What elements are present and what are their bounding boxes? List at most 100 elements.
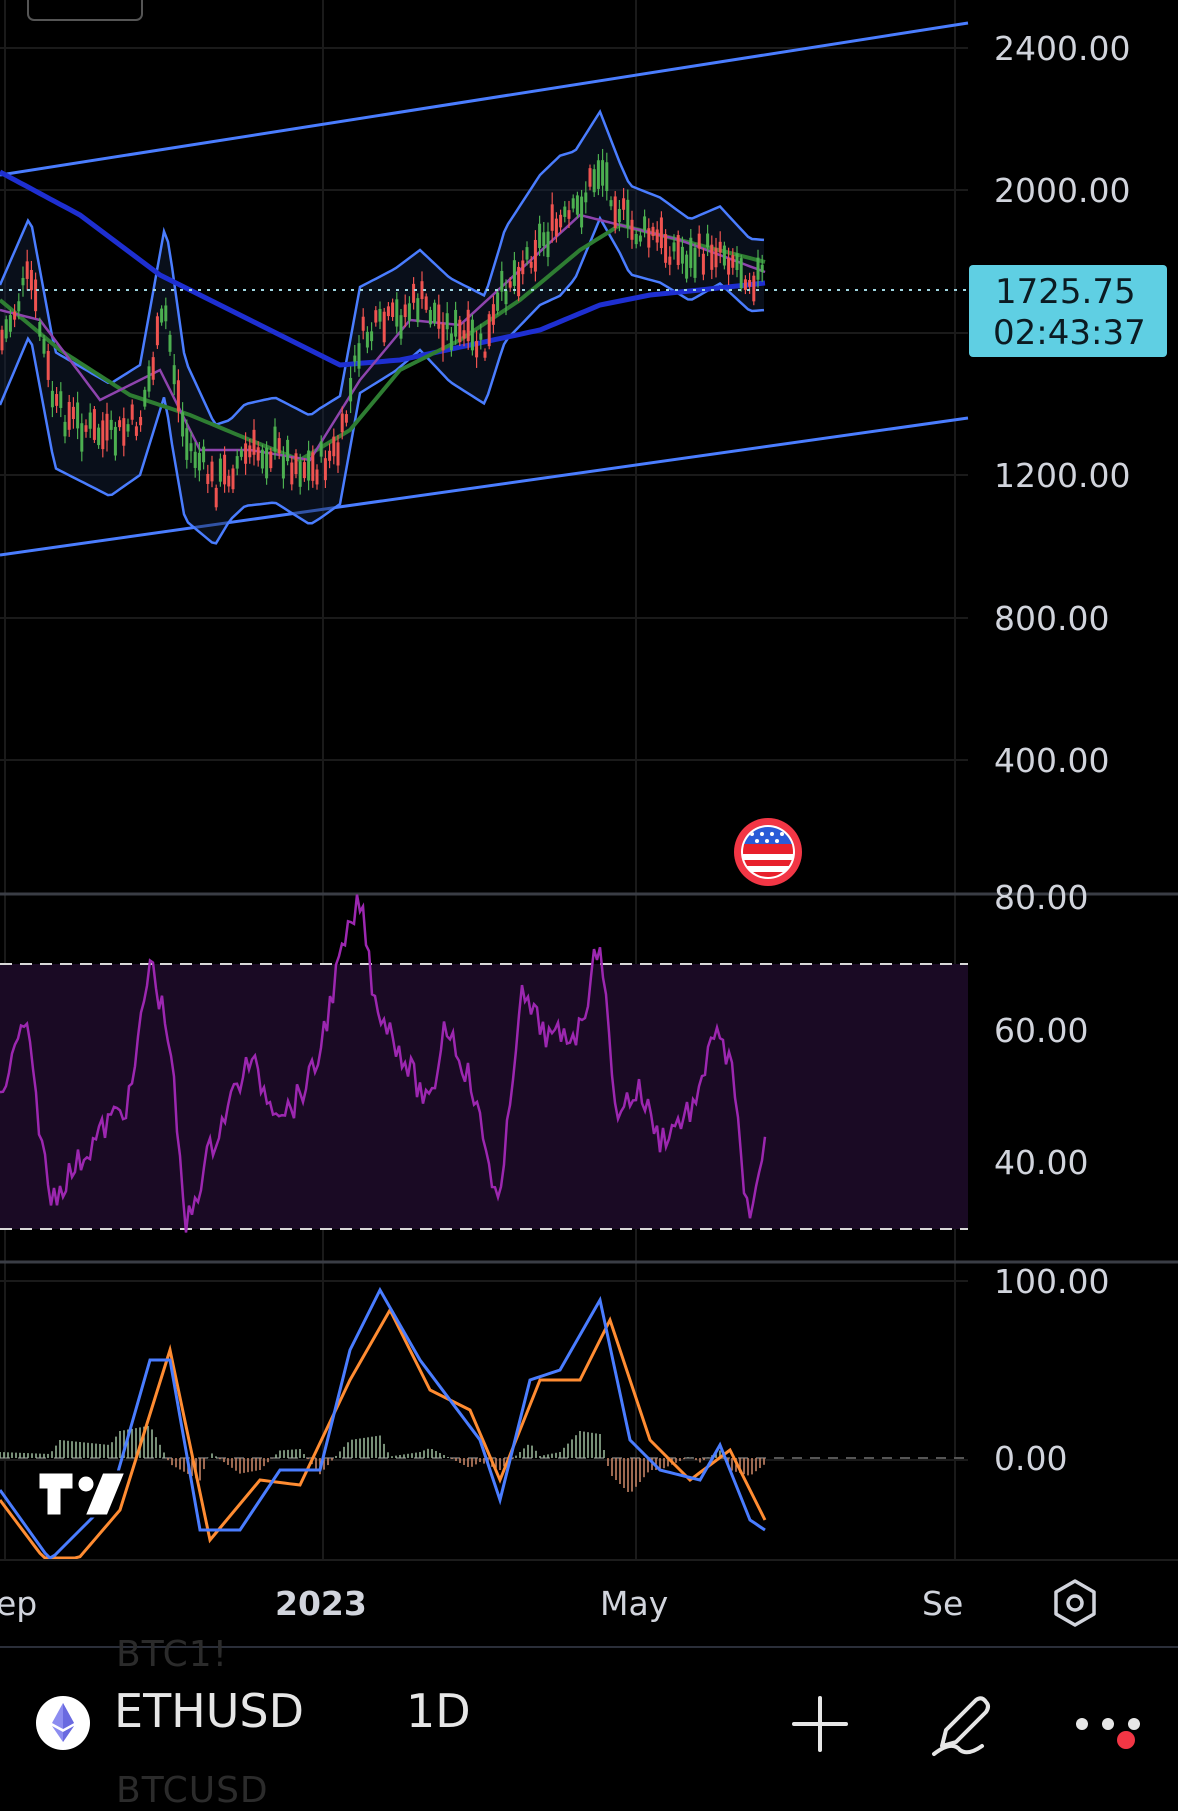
price-label-1200: 1200.00 [994,456,1130,495]
candle-body [307,450,311,481]
candle-body [113,426,117,456]
candle-body [365,331,369,348]
candle-body [706,233,710,248]
candle-body [433,302,437,324]
candle-body [290,462,294,485]
candle-body [294,453,298,475]
candle-body [676,235,680,265]
candle-body [134,426,138,436]
candle-body [319,441,323,457]
candle-body [672,242,676,252]
more-dots-icon[interactable] [1068,1684,1148,1764]
candle-body [357,343,361,369]
candle-body [592,169,596,193]
candle-body [521,260,525,275]
candle-body [626,199,630,228]
tradingview-logo-icon[interactable] [36,1470,129,1518]
candle-body [336,442,340,466]
candle-body [202,446,206,463]
bottom-toolbar: BTC1! BTCUSD ETHUSD 1D [0,1634,1178,1811]
candle-body [315,469,319,485]
candle-body [139,416,143,426]
candle-body [445,313,449,330]
candle-body [651,226,655,237]
candle-body [269,451,273,469]
candle-body [185,428,189,460]
candle-body [391,302,395,318]
rsi-label-80: 80.00 [994,878,1088,917]
price-axis[interactable]: 2400.00 2000.00 1200.00 800.00 400.00 [994,29,1130,780]
legend-box[interactable] [27,0,143,21]
candle-body [638,235,642,242]
candle-body [231,468,235,490]
candle-body [239,450,243,457]
candle-body [680,246,684,264]
candle-body [718,241,722,253]
candle-body [160,308,164,323]
price-label-400: 400.00 [994,741,1109,780]
macd-axis[interactable]: 100.00 0.00 [994,1262,1109,1478]
candle-body [416,298,420,323]
candle-body [668,256,672,265]
candle-body [617,208,621,223]
candle-body [349,377,353,402]
candle-body [130,404,134,420]
candle-body [42,338,46,354]
ethereum-icon[interactable] [36,1696,90,1750]
candle-body [462,330,466,339]
interval-selector[interactable]: 1D [406,1684,471,1738]
candle-body [8,315,12,332]
candle-body [412,283,416,303]
candle-body [323,458,327,481]
candle-body [659,217,663,249]
candle-body [613,196,617,229]
candle-body [92,409,96,440]
time-axis[interactable]: ep 2023 May Se [0,1584,963,1623]
candle-body [479,333,483,340]
candle-body [332,436,336,457]
candle-body [739,258,743,289]
candle-body [546,231,550,258]
candle-body [328,450,332,461]
candle-body [449,333,453,351]
us-flag-icon[interactable] [734,818,802,886]
grid-lines [0,0,968,1560]
candle-body [710,244,714,270]
time-label-2023: 2023 [275,1584,367,1623]
current-price-tag[interactable]: 1725.75 02:43:37 [969,265,1167,357]
rsi-axis[interactable]: 80.00 60.00 40.00 [994,878,1088,1182]
candle-body [302,462,306,479]
candle-body [67,402,71,430]
plus-icon[interactable] [780,1684,860,1764]
candle-body [727,258,731,275]
candle-body [311,452,315,481]
channel-upper-line[interactable] [0,21,969,177]
settings-hexagon-icon[interactable] [1054,1579,1096,1627]
candle-body [164,305,168,322]
candle-body [399,315,403,339]
candle-body [424,296,428,310]
time-label-sep: ep [0,1584,37,1623]
macd-label-0: 0.00 [994,1439,1067,1478]
candle-body [361,316,365,331]
rsi-label-40: 40.00 [994,1143,1088,1182]
candle-body [538,223,542,249]
candle-body [760,264,764,272]
candle-body [504,290,508,305]
candle-body [126,424,130,432]
time-label-sept: Se [922,1584,963,1623]
candle-body [80,423,84,452]
candle-body [168,334,172,352]
candle-body [756,257,760,280]
symbol-name[interactable]: ETHUSD [114,1684,304,1738]
pen-icon[interactable] [924,1684,1004,1764]
candle-body [466,309,470,342]
chart-canvas[interactable]: 2400.00 2000.00 1200.00 800.00 400.00 17… [0,0,1178,1646]
time-label-may: May [600,1584,668,1623]
candle-body [395,299,399,327]
candle-body [647,228,651,248]
candle-body [454,309,458,337]
candle-body [286,439,290,462]
candle-body [151,357,155,380]
candle-body [59,391,63,408]
